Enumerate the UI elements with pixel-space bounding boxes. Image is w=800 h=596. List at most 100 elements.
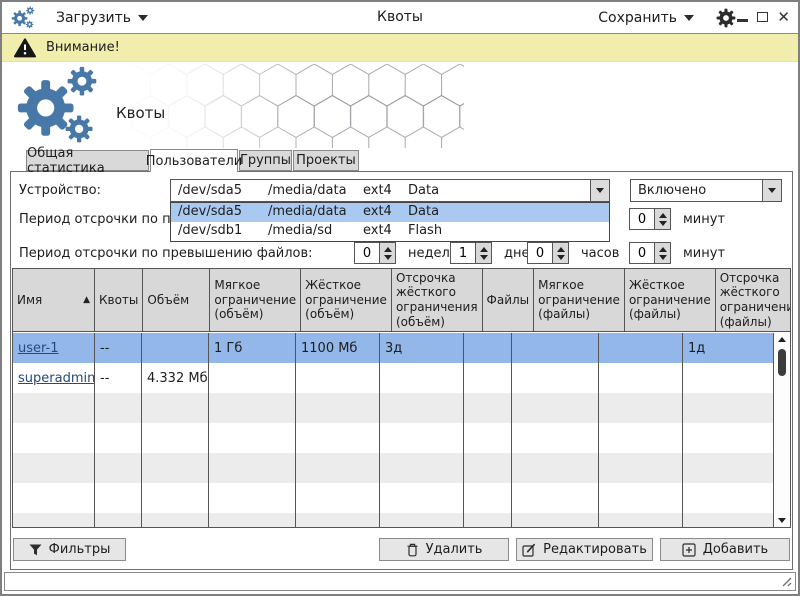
scrollbar-up-icon[interactable] [774, 337, 790, 342]
dropdown-arrow-icon[interactable] [590, 180, 609, 201]
user-link[interactable]: superadmin [18, 371, 95, 386]
table-cell [296, 513, 380, 527]
scrollbar-down-icon[interactable] [774, 518, 790, 523]
table-empty-row[interactable] [13, 513, 773, 527]
column-header-name[interactable]: Имя ▲ [13, 269, 95, 331]
table-cell: 1д [683, 333, 773, 363]
table-cell [599, 363, 683, 393]
spinner-up-icon[interactable] [659, 247, 667, 252]
status-bar [4, 572, 796, 591]
column-header-quotas[interactable]: Квоты [95, 269, 143, 331]
vertical-scrollbar[interactable] [773, 333, 790, 527]
tab-users[interactable]: Пользователи [150, 149, 238, 172]
warning-text: Внимание! [46, 40, 120, 55]
scrollbar-thumb[interactable] [778, 349, 786, 376]
spinner-down-icon[interactable] [659, 255, 667, 260]
column-header-grace-files[interactable]: Отсрочка жёсткого ограничения (файлы) [716, 269, 791, 331]
table-cell [296, 363, 380, 393]
table-cell [95, 393, 142, 423]
delete-button[interactable]: Удалить [379, 538, 509, 561]
device-option-1[interactable]: /dev/sdb1 /media/sd ext4 Flash [171, 222, 609, 241]
table-cell [683, 483, 773, 513]
table-cell: 1100 Мб [296, 333, 380, 363]
table-body: user-1 -- 1 Гб 1100 Мб 3д 1д superadmin … [13, 333, 773, 527]
spinner-buttons[interactable] [655, 242, 671, 264]
table-empty-row[interactable] [13, 483, 773, 513]
table-cell [13, 483, 95, 513]
spinner-buttons[interactable] [380, 242, 396, 264]
table-cell [142, 513, 209, 527]
tab-general-stats[interactable]: Общая статистика [26, 150, 149, 171]
window-controls: ✕ [737, 10, 790, 24]
table-cell [512, 453, 599, 483]
column-header-soft-volume[interactable]: Мягкое ограничение (объём) [210, 269, 301, 331]
table-cell [142, 453, 209, 483]
tab-label: Группы [240, 153, 291, 168]
dropdown-arrow-icon[interactable] [762, 180, 781, 201]
table-row-superadmin[interactable]: superadmin -- 4.332 Мб [13, 363, 773, 393]
minimize-icon[interactable] [737, 19, 748, 22]
column-header-grace-volume[interactable]: Отсрочка жёсткого ограничения (объём) [392, 269, 483, 331]
table-cell [209, 453, 296, 483]
column-header-hard-volume[interactable]: Жёсткое ограничение (объём) [301, 269, 392, 331]
grace-files-minutes-input[interactable] [629, 242, 655, 264]
table-empty-row[interactable] [13, 423, 773, 453]
quota-status-select[interactable]: Включено [630, 179, 782, 202]
settings-gear-icon[interactable] [716, 8, 736, 28]
column-header-volume[interactable]: Объём [143, 269, 210, 331]
load-menu-button[interactable]: Загрузить [52, 7, 152, 29]
spinner-buttons[interactable] [655, 208, 671, 230]
column-header-soft-files[interactable]: Мягкое ограничение (файлы) [534, 269, 625, 331]
option-name: Data [408, 204, 439, 219]
option-name: Flash [408, 223, 442, 238]
save-menu-button[interactable]: Сохранить [594, 7, 698, 29]
grace-files-hours-input[interactable] [527, 242, 553, 264]
column-header-hard-files[interactable]: Жёсткое ограничение (файлы) [625, 269, 716, 331]
option-dev: /dev/sdb1 [178, 223, 242, 238]
table-cell [296, 423, 380, 453]
spinner-up-icon[interactable] [659, 213, 667, 218]
title-bar: Загрузить Квоты Сохранить ✕ [2, 2, 798, 34]
table-cell [599, 423, 683, 453]
spinner-buttons[interactable] [553, 242, 569, 264]
spinner-down-icon[interactable] [384, 255, 392, 260]
spinner-down-icon[interactable] [480, 255, 488, 260]
device-value-fs: ext4 [363, 183, 392, 198]
table-empty-rows [13, 393, 773, 527]
grace-volume-minutes-spinner: минут [629, 208, 725, 230]
table-row-user-1[interactable]: user-1 -- 1 Гб 1100 Мб 3д 1д [13, 333, 773, 363]
app-icon [10, 5, 37, 30]
edit-button[interactable]: Редактировать [516, 538, 653, 561]
grace-volume-minutes-input[interactable] [629, 208, 655, 230]
resize-grip-icon[interactable] [780, 575, 793, 588]
device-option-0[interactable]: /dev/sda5 /media/data ext4 Data [171, 203, 609, 222]
table-cell [95, 483, 142, 513]
maximize-icon[interactable] [757, 12, 768, 22]
table-cell [13, 453, 95, 483]
table-cell [599, 513, 683, 527]
grace-files-weeks-input[interactable] [354, 242, 380, 264]
spinner-up-icon[interactable] [480, 247, 488, 252]
quota-status-value: Включено [638, 183, 706, 198]
spinner-up-icon[interactable] [557, 247, 565, 252]
filters-button[interactable]: Фильтры [13, 538, 126, 561]
add-button[interactable]: Добавить [660, 538, 790, 561]
spinner-down-icon[interactable] [557, 255, 565, 260]
user-link[interactable]: user-1 [18, 341, 59, 356]
grace-files-days-input[interactable] [450, 242, 476, 264]
tab-projects[interactable]: Проекты [293, 150, 359, 171]
device-value-mount: /media/data [268, 183, 347, 198]
table-cell: user-1 [13, 333, 95, 363]
close-icon[interactable]: ✕ [777, 10, 790, 24]
column-label: Отсрочка жёсткого ограничения (файлы) [720, 271, 791, 330]
table-cell [296, 453, 380, 483]
table-empty-row[interactable] [13, 393, 773, 423]
table-cell [512, 513, 599, 527]
tab-groups[interactable]: Группы [239, 150, 292, 171]
spinner-buttons[interactable] [476, 242, 492, 264]
column-header-files[interactable]: Файлы [483, 269, 535, 331]
spinner-up-icon[interactable] [384, 247, 392, 252]
device-select[interactable]: /dev/sda5 /media/data ext4 Data [170, 179, 610, 202]
spinner-down-icon[interactable] [659, 221, 667, 226]
table-empty-row[interactable] [13, 453, 773, 483]
